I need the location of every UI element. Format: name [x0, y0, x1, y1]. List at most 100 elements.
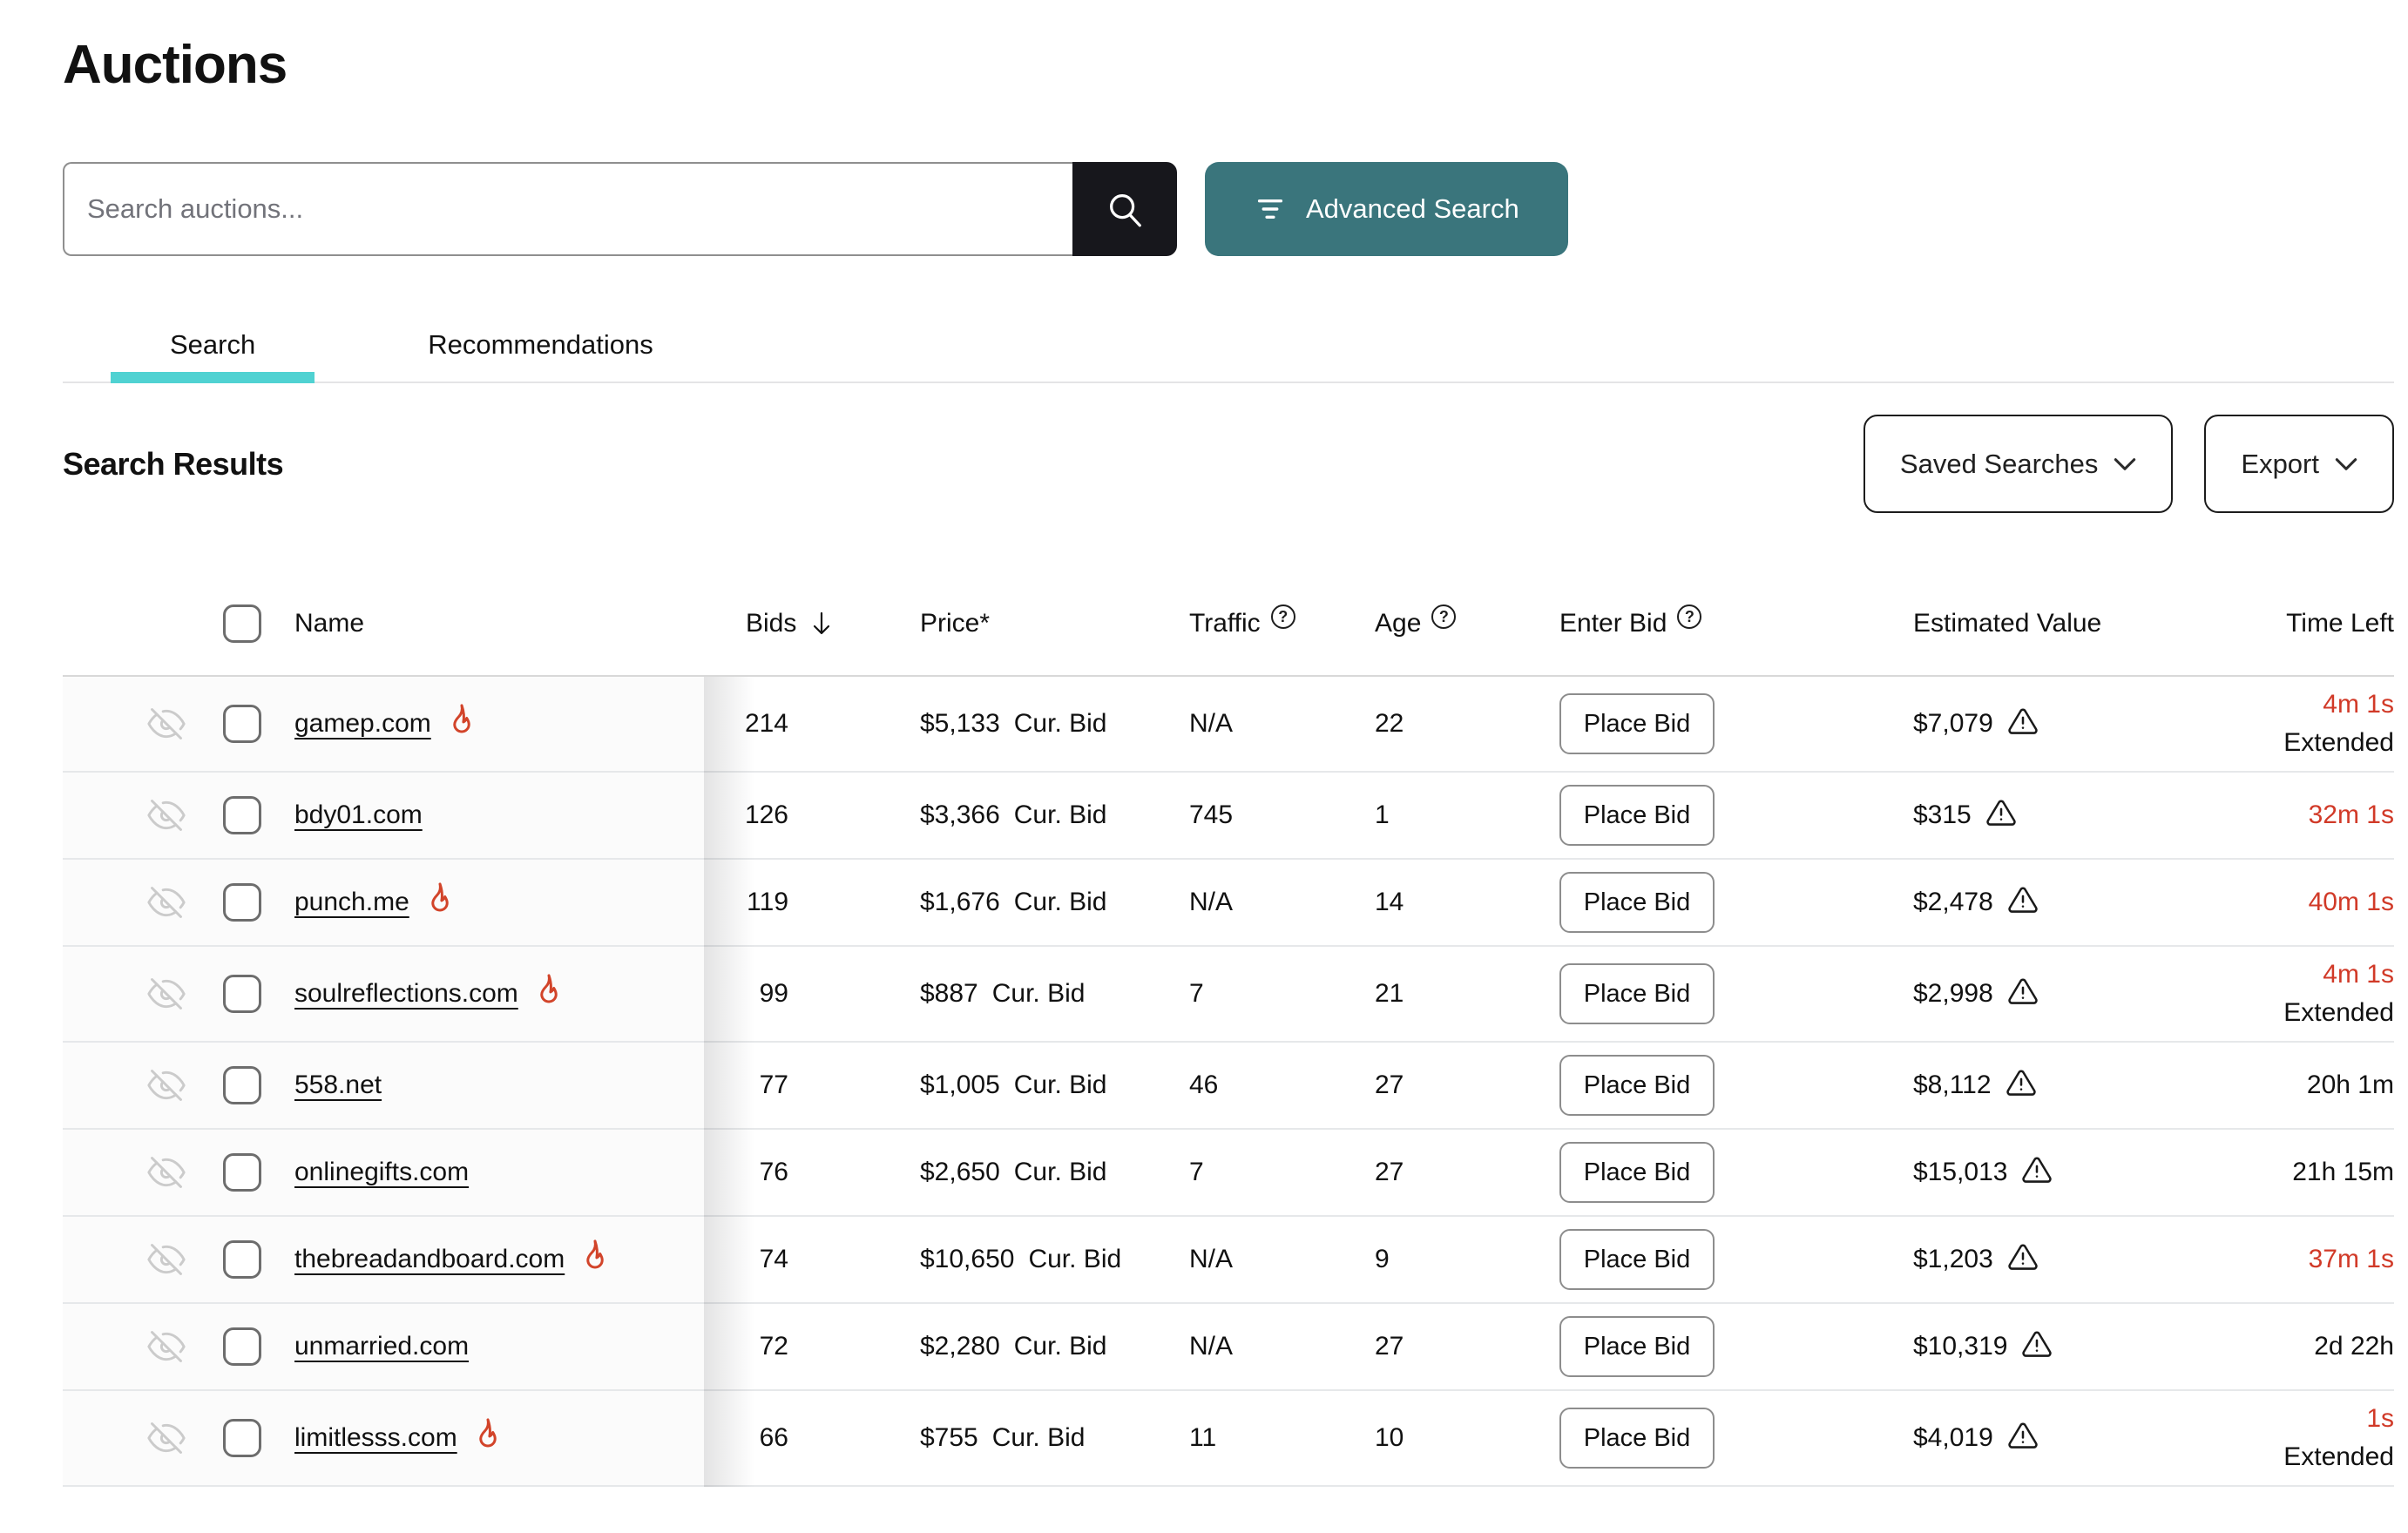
price-value: $2,280 [920, 1332, 1000, 1361]
place-bid-button[interactable]: Place Bid [1559, 785, 1715, 846]
row-checkbox[interactable] [223, 796, 261, 834]
domain-link[interactable]: thebreadandboard.com [294, 1245, 565, 1274]
column-header-enter-bid: Enter Bid [1559, 609, 1667, 638]
table-row: 558.net 77 $1,005 Cur. Bid 46 27 Place B… [63, 1043, 2394, 1130]
traffic-value: 7 [1189, 1158, 1375, 1187]
search-button[interactable] [1072, 162, 1177, 256]
traffic-value: N/A [1189, 1245, 1375, 1274]
tab-recommendations[interactable]: Recommendations [369, 329, 712, 382]
price-value: $755 [920, 1423, 978, 1453]
place-bid-button[interactable]: Place Bid [1559, 1229, 1715, 1290]
domain-link[interactable]: bdy01.com [294, 800, 423, 830]
age-value: 27 [1375, 1158, 1559, 1187]
row-checkbox[interactable] [223, 1327, 261, 1366]
row-checkbox[interactable] [223, 883, 261, 922]
search-row: Advanced Search [63, 162, 2394, 256]
domain-link[interactable]: limitlesss.com [294, 1423, 457, 1453]
traffic-value: N/A [1189, 709, 1375, 739]
estimate-warning-icon[interactable] [2007, 977, 2039, 1007]
tab-bar: Search Recommendations [63, 329, 2394, 383]
estimate-warning-icon[interactable] [2007, 1422, 2039, 1451]
export-button[interactable]: Export [2204, 415, 2394, 513]
estimate-warning-icon[interactable] [2021, 1330, 2053, 1360]
hide-listing-eye-off-icon[interactable] [147, 1066, 186, 1104]
domain-link[interactable]: onlinegifts.com [294, 1158, 469, 1187]
place-bid-button[interactable]: Place Bid [1559, 1142, 1715, 1203]
saved-searches-button[interactable]: Saved Searches [1863, 415, 2173, 513]
table-row: punch.me 119 $1,676 Cur. Bid N/A 14 Plac… [63, 860, 2394, 947]
table-row: gamep.com 214 $5,133 Cur. Bid N/A 22 Pla… [63, 677, 2394, 773]
advanced-search-button[interactable]: Advanced Search [1205, 162, 1568, 256]
age-value: 22 [1375, 709, 1559, 739]
domain-link[interactable]: soulreflections.com [294, 979, 518, 1009]
domain-link[interactable]: 558.net [294, 1070, 382, 1100]
column-header-price: Price* [920, 609, 1189, 638]
estimate-warning-icon[interactable] [2007, 886, 2039, 915]
hide-listing-eye-off-icon[interactable] [147, 1419, 186, 1457]
hide-listing-eye-off-icon[interactable] [147, 705, 186, 743]
row-checkbox[interactable] [223, 1153, 261, 1192]
table-row: limitlesss.com 66 $755 Cur. Bid 11 10 Pl… [63, 1391, 2394, 1487]
time-left-value: 40m 1s [2213, 883, 2394, 922]
row-checkbox[interactable] [223, 1240, 261, 1279]
place-bid-button[interactable]: Place Bid [1559, 1408, 1715, 1469]
hide-listing-eye-off-icon[interactable] [147, 975, 186, 1013]
place-bid-button[interactable]: Place Bid [1559, 963, 1715, 1024]
hide-listing-eye-off-icon[interactable] [147, 1153, 186, 1192]
estimate-warning-icon[interactable] [2007, 1243, 2039, 1273]
column-header-time-left: Time Left [2213, 609, 2394, 638]
row-checkbox[interactable] [223, 1419, 261, 1457]
estimate-warning-icon[interactable] [2021, 1156, 2053, 1185]
bids-value: 66 [704, 1423, 920, 1453]
time-left-value: 4m 1s [2213, 685, 2394, 724]
place-bid-button[interactable]: Place Bid [1559, 693, 1715, 754]
domain-link[interactable]: gamep.com [294, 709, 431, 739]
time-left-extended-label: Extended [2213, 1438, 2394, 1476]
tab-search[interactable]: Search [111, 329, 315, 382]
select-all-checkbox[interactable] [223, 604, 261, 643]
hot-auction-flame-icon [578, 1238, 612, 1274]
hide-listing-eye-off-icon[interactable] [147, 1240, 186, 1279]
price-value: $1,676 [920, 888, 1000, 917]
place-bid-button[interactable]: Place Bid [1559, 1055, 1715, 1116]
bids-value: 214 [704, 709, 920, 739]
place-bid-button[interactable]: Place Bid [1559, 872, 1715, 933]
price-suffix: Cur. Bid [1014, 1332, 1107, 1361]
column-header-age: Age [1375, 609, 1421, 638]
advanced-search-label: Advanced Search [1306, 193, 1519, 225]
estimate-warning-icon[interactable] [2007, 707, 2039, 737]
enter-bid-help-icon[interactable]: ? [1677, 604, 1701, 629]
hide-listing-eye-off-icon[interactable] [147, 1327, 186, 1366]
hide-listing-eye-off-icon[interactable] [147, 883, 186, 922]
price-suffix: Cur. Bid [1014, 1158, 1107, 1187]
row-checkbox[interactable] [223, 705, 261, 743]
price-suffix: Cur. Bid [992, 1423, 1086, 1453]
estimate-warning-icon[interactable] [1985, 799, 2017, 828]
age-value: 27 [1375, 1332, 1559, 1361]
time-left-value: 21h 15m [2213, 1153, 2394, 1192]
domain-link[interactable]: unmarried.com [294, 1332, 469, 1361]
bids-value: 77 [704, 1070, 920, 1100]
search-results-heading: Search Results [63, 446, 283, 483]
time-left-value: 37m 1s [2213, 1240, 2394, 1279]
row-checkbox[interactable] [223, 1066, 261, 1104]
time-left-extended-label: Extended [2213, 994, 2394, 1032]
search-input[interactable] [63, 162, 1072, 256]
traffic-value: 7 [1189, 979, 1375, 1009]
domain-link[interactable]: punch.me [294, 888, 409, 917]
saved-searches-label: Saved Searches [1900, 449, 2098, 480]
age-value: 10 [1375, 1423, 1559, 1453]
column-header-bids[interactable]: Bids [704, 609, 920, 638]
bids-value: 99 [704, 979, 920, 1009]
estimate-warning-icon[interactable] [2006, 1069, 2037, 1098]
estimated-value: $1,203 [1913, 1245, 1993, 1274]
estimated-value: $4,019 [1913, 1423, 1993, 1453]
price-suffix: Cur. Bid [1014, 800, 1107, 830]
place-bid-button[interactable]: Place Bid [1559, 1316, 1715, 1377]
hide-listing-eye-off-icon[interactable] [147, 796, 186, 834]
row-checkbox[interactable] [223, 975, 261, 1013]
traffic-help-icon[interactable]: ? [1271, 604, 1295, 629]
search-icon [1105, 189, 1145, 229]
time-left-value: 1s [2213, 1400, 2394, 1438]
age-help-icon[interactable]: ? [1431, 604, 1456, 629]
